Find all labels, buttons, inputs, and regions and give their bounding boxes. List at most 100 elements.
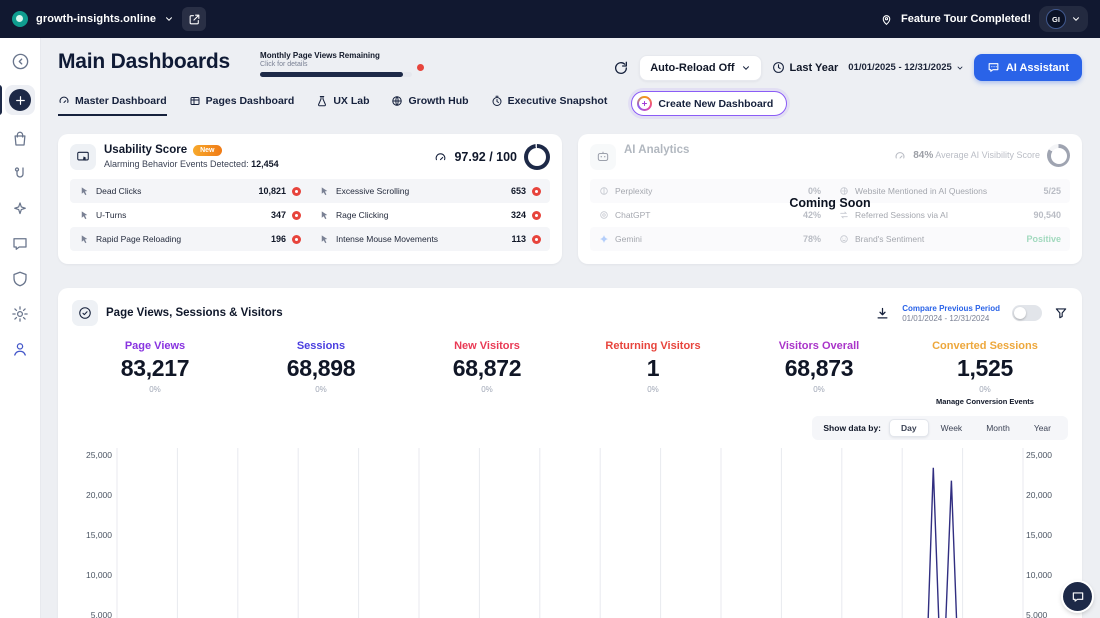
metric-returning-visitors[interactable]: Returning Visitors 1 0%: [570, 340, 736, 406]
sidebar-item-ecommerce[interactable]: [9, 128, 31, 150]
sidebar-item-support[interactable]: [9, 338, 31, 360]
metric-converted-sessions[interactable]: Converted Sessions 1,525 0% Manage Conve…: [902, 340, 1068, 406]
granularity-switcher: Show data by: Day Week Month Year: [812, 416, 1068, 440]
list-item: Brand's Sentiment Positive: [830, 227, 1070, 251]
chevron-down-icon: [741, 63, 751, 73]
line-chart[interactable]: 25,00020,00015,00010,0005,000 25,00020,0…: [72, 448, 1068, 618]
sidebar-item-settings[interactable]: [9, 303, 31, 325]
account-menu[interactable]: GI: [1039, 6, 1088, 32]
compare-period-block: Compare Previous Period 01/01/2024 - 12/…: [902, 304, 1000, 323]
ai-score-text: 84% Average AI Visibility Score: [913, 150, 1040, 161]
event-value: 10,821: [258, 186, 286, 196]
sidebar-item-dashboards[interactable]: [5, 85, 35, 115]
event-value: 196: [271, 234, 286, 244]
ai-assistant-label: AI Assistant: [1006, 62, 1069, 74]
site-name[interactable]: growth-insights.online: [36, 13, 156, 25]
granularity-week-button[interactable]: Week: [929, 419, 975, 437]
pageviews-quota-widget[interactable]: Monthly Page Views Remaining Click for d…: [260, 51, 412, 77]
list-item[interactable]: Excessive Scrolling 653: [310, 179, 550, 203]
y-axis-tick: 5,000: [1026, 610, 1047, 618]
list-row: Gemini 78% Brand's Sentiment Positive: [590, 227, 1070, 251]
list-item[interactable]: Intense Mouse Movements 113: [310, 227, 550, 251]
alert-dot-icon: [292, 211, 301, 220]
alert-dot-icon: [532, 211, 541, 220]
granularity-day-button[interactable]: Day: [889, 419, 929, 437]
tab-label: UX Lab: [333, 95, 369, 107]
show-data-by-label: Show data by:: [823, 423, 881, 433]
list-item: Gemini 78%: [590, 227, 830, 251]
chat-bubble-icon: [11, 235, 29, 253]
dashboards-icon: [9, 89, 31, 111]
chatgpt-icon: [599, 210, 609, 220]
metrics-row: Page Views 83,217 0% Sessions 68,898 0% …: [72, 340, 1068, 406]
sidebar-item-journeys[interactable]: [9, 163, 31, 185]
ai-metric-label: Website Mentioned in AI Questions: [855, 186, 987, 196]
list-item[interactable]: Rage Clicking 324: [310, 203, 550, 227]
usability-score-value: 97.92 / 100: [454, 150, 517, 164]
alert-dot-icon: [532, 235, 541, 244]
period-selector[interactable]: Last Year: [772, 61, 839, 74]
list-item[interactable]: Dead Clicks 10,821: [70, 179, 310, 203]
tab-master-dashboard[interactable]: Master Dashboard: [58, 95, 167, 116]
clock-icon: [772, 61, 785, 74]
metric-visitors-overall[interactable]: Visitors Overall 68,873 0%: [736, 340, 902, 406]
tab-pages-dashboard[interactable]: Pages Dashboard: [189, 95, 295, 116]
refresh-icon[interactable]: [613, 60, 629, 76]
download-icon[interactable]: [875, 306, 890, 321]
live-chat-button[interactable]: [1063, 582, 1092, 611]
ai-metric-label: Referred Sessions via AI: [855, 210, 948, 220]
y-axis-tick: 15,000: [86, 530, 112, 540]
sidebar-item-feedback[interactable]: [9, 233, 31, 255]
ai-score-value: 84%: [913, 150, 933, 161]
columns-icon: [189, 95, 201, 107]
y-axis-tick: 20,000: [86, 490, 112, 500]
granularity-month-button[interactable]: Month: [974, 419, 1022, 437]
metric-new-visitors[interactable]: New Visitors 68,872 0%: [404, 340, 570, 406]
metric-sessions[interactable]: Sessions 68,898 0%: [238, 340, 404, 406]
arrows-icon: [839, 210, 849, 220]
main-content: Main Dashboards Monthly Page Views Remai…: [41, 38, 1100, 618]
list-item[interactable]: Rapid Page Reloading 196: [70, 227, 310, 251]
compare-toggle[interactable]: [1012, 305, 1042, 321]
ai-score-label: Average AI Visibility Score: [935, 150, 1040, 160]
list-item[interactable]: U-Turns 347: [70, 203, 310, 227]
feature-tour-status[interactable]: Feature Tour Completed!: [901, 13, 1031, 25]
ai-assistant-button[interactable]: AI Assistant: [974, 54, 1082, 81]
event-label: Rage Clicking: [336, 210, 388, 220]
metric-label: Visitors Overall: [736, 340, 902, 352]
overview-card-icon: [72, 300, 98, 326]
list-row: U-Turns 347 Rage Clicking 324: [70, 203, 550, 227]
tab-label: Pages Dashboard: [206, 95, 295, 107]
sidebar-collapse-icon[interactable]: [9, 50, 31, 72]
ai-metric-label: Perplexity: [615, 186, 652, 196]
tab-growth-hub[interactable]: Growth Hub: [391, 95, 468, 116]
sidebar-item-ai-features[interactable]: [9, 198, 31, 220]
create-new-dashboard-button[interactable]: Create New Dashboard: [631, 91, 787, 116]
plus-icon: [637, 96, 652, 111]
metric-page-views[interactable]: Page Views 83,217 0%: [72, 340, 238, 406]
tab-executive-snapshot[interactable]: Executive Snapshot: [491, 95, 608, 116]
granularity-year-button[interactable]: Year: [1022, 419, 1063, 437]
cursor-icon: [319, 210, 330, 221]
perplexity-icon: [599, 186, 609, 196]
chart-yaxis-right: 25,00020,00015,00010,0005,000: [1024, 448, 1068, 618]
auto-reload-dropdown[interactable]: Auto-Reload Off: [639, 55, 761, 81]
sidebar-item-security[interactable]: [9, 268, 31, 290]
tab-ux-lab[interactable]: UX Lab: [316, 95, 369, 116]
event-label: Rapid Page Reloading: [96, 234, 181, 244]
metric-delta: 0%: [238, 385, 404, 394]
avatar: GI: [1046, 9, 1066, 29]
ai-metric-value: 90,540: [1033, 210, 1061, 220]
ai-metric-label: Brand's Sentiment: [855, 234, 924, 244]
quota-subtitle[interactable]: Click for details: [260, 61, 412, 68]
manage-conversion-events-link[interactable]: Manage Conversion Events: [902, 397, 1068, 406]
list-row: Dead Clicks 10,821 Excessive Scrolling 6…: [70, 179, 550, 203]
gauge-icon: [894, 150, 906, 162]
date-range-selector[interactable]: 01/01/2025 - 12/31/2025: [848, 62, 964, 73]
ai-analytics-card: Coming Soon AI Analytics: [578, 134, 1082, 264]
chevron-down-icon[interactable]: [164, 14, 174, 24]
pageviews-overview-card: Page Views, Sessions & Visitors Compare …: [58, 288, 1082, 618]
filter-icon[interactable]: [1054, 306, 1068, 320]
open-site-button[interactable]: [182, 7, 206, 31]
chart-plot[interactable]: [116, 448, 1024, 618]
